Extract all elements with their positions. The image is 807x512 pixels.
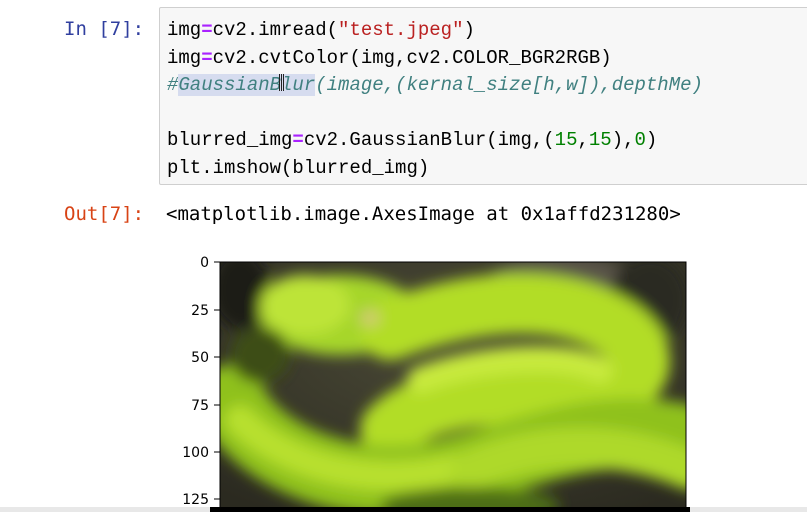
y-tick-label: 125 xyxy=(182,492,209,508)
y-tick-label: 50 xyxy=(191,350,209,366)
y-tick-label: 0 xyxy=(200,255,209,271)
y-axis: 0 25 50 75 100 125 xyxy=(182,255,220,508)
snake-image xyxy=(220,262,686,512)
y-tick-label: 100 xyxy=(182,445,209,461)
horizontal-scrollbar-thumb[interactable] xyxy=(210,507,690,512)
y-tick-label: 25 xyxy=(191,303,209,319)
y-tick-label: 75 xyxy=(191,398,209,414)
image-plot: 0 25 50 75 100 125 xyxy=(182,255,687,512)
